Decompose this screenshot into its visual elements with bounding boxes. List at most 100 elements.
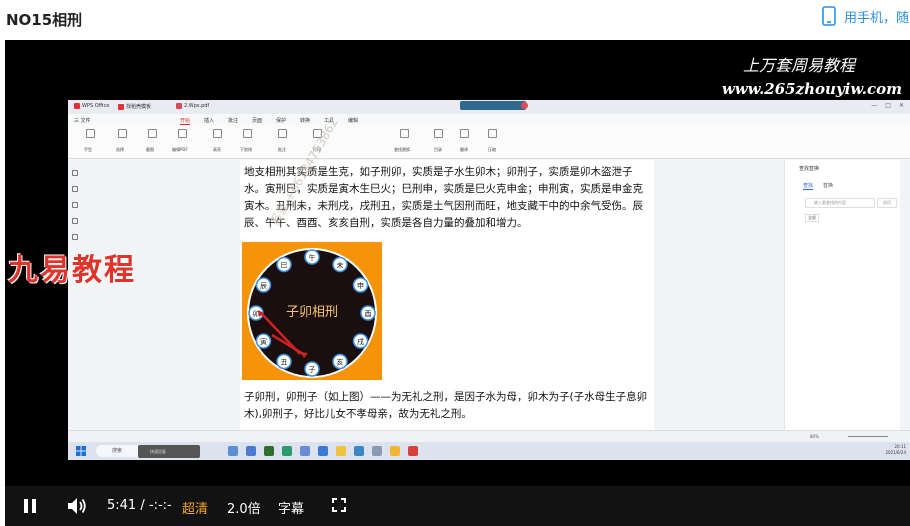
find-options-button: 选项 <box>877 198 897 208</box>
branch-label: 酉 <box>365 310 372 318</box>
tab-find: 查找 <box>803 183 814 190</box>
branch-label: 申 <box>357 281 364 290</box>
fullscreen-button[interactable] <box>332 498 346 512</box>
menu-edit: 编辑 <box>348 118 359 124</box>
watch-on-phone-label: 用手机，随 <box>844 10 910 26</box>
menu-comment: 批注 <box>228 118 239 124</box>
find-replace-panel: 查找替换 查找 替换 输入要查找的内容 选项 全部 <box>784 160 900 430</box>
taskbar-app-6-icon <box>318 446 328 456</box>
watermark-site-name: 上万套周易教程 <box>742 56 855 75</box>
comment-icon <box>278 129 287 138</box>
select-tool-icon <box>118 129 127 138</box>
toc-label: 目录 <box>434 147 442 152</box>
wps-status-bar: 80% <box>68 430 910 442</box>
highlight-icon <box>213 129 222 138</box>
folder-icon <box>390 446 400 456</box>
time-separator: / <box>140 498 145 513</box>
menu-file: 三 文件 <box>74 118 91 124</box>
menu-page: 页面 <box>252 118 263 124</box>
pdf-icon <box>176 103 182 109</box>
quality-button[interactable]: 超清 <box>182 498 208 517</box>
pause-button[interactable] <box>23 498 37 514</box>
taskbar-app-9-icon <box>372 446 382 456</box>
watch-on-phone-link[interactable]: 用手机，随 <box>822 6 909 26</box>
tab-pdf-file: 2.Wps.pdf <box>176 103 209 109</box>
comment-label: 批注 <box>278 147 286 152</box>
branch-wheel: 子丑寅卯辰巳午未申酉戌亥 子卯相刑 <box>247 248 377 378</box>
wps-menu-bar: 三 文件 开始 插入 批注 页面 保护 转换 工具 编辑 <box>68 114 910 125</box>
duration: -:-:- <box>148 498 172 513</box>
select-tool-label: 选择 <box>116 147 124 152</box>
wps-toolbar: 手型 选择 截图 编辑PDF 高亮 下划线 批注 打印 查找替换 目录 翻译 压… <box>68 125 910 159</box>
pdf-page: 地支相刑其实质是生克，如子刑卯，实质是子水生卯木；卯刑子，实质是卯木盗泄子水。寅… <box>240 160 654 430</box>
attachment-icon <box>72 218 78 224</box>
branch-label: 子 <box>309 366 316 374</box>
find-replace-label: 查找替换 <box>394 147 410 152</box>
find-input: 输入要查找的内容 <box>805 198 875 208</box>
menu-insert: 插入 <box>204 118 215 124</box>
highlight-label: 高亮 <box>213 147 221 152</box>
underline-icon <box>243 129 252 138</box>
branch-label: 辰 <box>260 282 267 290</box>
taskbar-app-2-icon <box>246 446 256 456</box>
branch-label: 丑 <box>281 359 288 367</box>
underline-label: 下划线 <box>240 147 252 152</box>
compress-label: 压缩 <box>488 147 496 152</box>
minimize-icon: — <box>871 102 878 109</box>
volume-button[interactable] <box>67 497 87 515</box>
menu-convert: 转换 <box>300 118 311 124</box>
current-time: 5:41 <box>107 498 137 513</box>
taskbar-app-1-icon <box>228 446 238 456</box>
tab-replace: 替换 <box>823 183 834 189</box>
bookmark-icon <box>72 170 78 176</box>
menu-protect: 保护 <box>276 118 287 124</box>
search-icon <box>72 234 78 240</box>
watermark-url: www.265zhouyiw.com <box>721 80 902 98</box>
recording-indicator <box>460 101 526 110</box>
wps-taskbar-icon <box>408 446 418 456</box>
template-icon <box>118 103 124 110</box>
taskbar-app-7-icon <box>336 446 346 456</box>
recorded-screen: WPS Office 找稻壳模板 2.Wps.pdf — □ ✕ 三 文件 开始 插… <box>68 100 910 460</box>
wps-tab-strip: WPS Office 找稻壳模板 2.Wps.pdf — □ ✕ <box>68 100 910 114</box>
phone-icon <box>822 6 836 26</box>
player-control-bar: 5:41 / -:-:- 超清 2.0倍 字幕 <box>5 486 910 526</box>
menu-home: 开始 <box>180 118 191 125</box>
branch-label: 未 <box>337 261 344 270</box>
branch-label: 戌 <box>357 337 364 346</box>
branch-label: 巳 <box>281 262 288 270</box>
video-player[interactable]: 上万套周易教程 www.265zhouyiw.com WPS Office 找稻… <box>5 40 910 526</box>
taskbar-app-8-icon <box>354 446 364 456</box>
playback-speed-button[interactable]: 2.0倍 <box>227 498 261 517</box>
windows-start-icon <box>76 446 86 456</box>
taskbar-clock: 20:11 2021/6/24 <box>885 444 906 456</box>
branch-label: 午 <box>309 253 316 262</box>
screenshot-icon <box>148 129 157 138</box>
close-icon: ✕ <box>898 102 904 109</box>
edge-icon <box>282 446 292 456</box>
taskbar-app-3-icon <box>264 446 274 456</box>
subtitles-button[interactable]: 字幕 <box>278 498 304 517</box>
wps-logo-icon <box>74 103 80 109</box>
edit-pdf-icon <box>178 129 187 138</box>
find-panel-title: 查找替换 <box>799 166 820 172</box>
hand-tool-icon <box>86 129 95 138</box>
branch-label: 寅 <box>260 337 267 346</box>
edit-pdf-label: 编辑PDF <box>172 147 188 152</box>
find-all-button: 全部 <box>805 214 819 222</box>
page-title: NO15相刑 <box>6 11 83 29</box>
top-bar: NO15相刑 用手机，随 <box>0 0 910 40</box>
zi-mao-xiangxing-diagram: 子丑寅卯辰巳午未申酉戌亥 子卯相刑 <box>242 242 382 380</box>
overlay-brand-watermark: 九易教程 <box>8 253 136 288</box>
thumbnail-icon <box>72 186 78 192</box>
zoom-slider <box>848 436 888 437</box>
window-controls: — □ ✕ <box>871 102 904 109</box>
tab-wps-office: WPS Office <box>74 103 109 109</box>
paragraph-wuli-zhi-xing: 子卯刑，卯刑子（如上图）——为无礼之刑，是因子水为母，卯木为子(子水母生子息卯木… <box>244 391 648 420</box>
quick-reply-bubble: 快速回复 <box>138 445 200 458</box>
annotation-list-icon <box>72 202 78 208</box>
time-display: 5:41 / -:-:- <box>107 498 172 513</box>
video-page: NO15相刑 用手机，随 上万套周易教程 www.265zhouyiw.com … <box>0 0 910 526</box>
branch-label: 亥 <box>337 358 344 367</box>
taskbar-app-5-icon <box>300 446 310 456</box>
